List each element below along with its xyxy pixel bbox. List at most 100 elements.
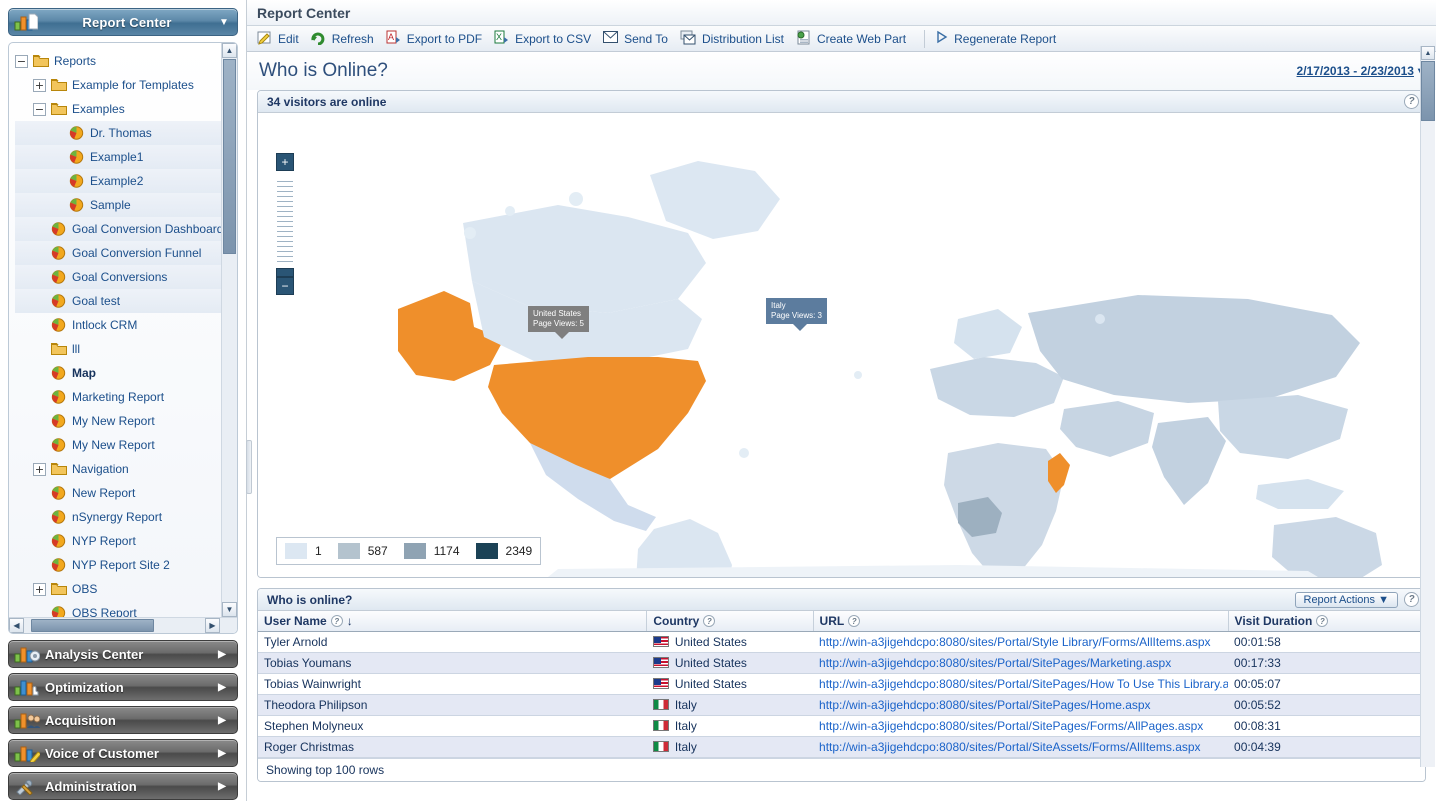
- cell-url[interactable]: http://win-a3jigehdcpo:8080/sites/Portal…: [813, 652, 1229, 674]
- toolbar-refresh-button[interactable]: Refresh: [309, 26, 384, 52]
- help-question-icon[interactable]: ?: [1404, 94, 1419, 109]
- expand-icon[interactable]: +: [33, 582, 46, 596]
- url-link[interactable]: http://win-a3jigehdcpo:8080/sites/Portal…: [819, 719, 1203, 733]
- table-row[interactable]: Theodora Philipson Italy http://win-a3jige…: [258, 694, 1425, 716]
- tree-item-nyp-report-site-2[interactable]: NYP Report Site 2: [15, 553, 221, 577]
- chevron-right-icon[interactable]: ▶: [207, 715, 237, 726]
- tree-item-intlock-crm[interactable]: Intlock CRM: [15, 313, 221, 337]
- tree-item-map[interactable]: Map: [15, 361, 221, 385]
- tree-item-example2[interactable]: Example2: [15, 169, 221, 193]
- tree-item-example-for-templates[interactable]: + Example for Templates: [15, 73, 221, 97]
- tree-item-lll[interactable]: lll: [15, 337, 221, 361]
- chevron-down-icon[interactable]: ▼: [211, 17, 237, 28]
- tree-item-goal-conversions[interactable]: Goal Conversions: [15, 265, 221, 289]
- cell-url[interactable]: http://win-a3jigehdcpo:8080/sites/Portal…: [813, 694, 1229, 716]
- tree-item-goal-conversion-dashboard[interactable]: Goal Conversion Dashboard: [15, 217, 221, 241]
- column-header-url[interactable]: URL ?: [813, 611, 1229, 632]
- column-header-country[interactable]: Country ?: [646, 611, 814, 632]
- scroll-left-icon[interactable]: ◀: [9, 618, 24, 633]
- help-question-icon[interactable]: ?: [1404, 592, 1419, 607]
- zoom-in-button[interactable]: +: [276, 153, 294, 171]
- tree-item-dr-thomas[interactable]: Dr. Thomas: [15, 121, 221, 145]
- help-question-icon[interactable]: ?: [330, 615, 343, 627]
- toolbar-distribution-list-button[interactable]: Distribution List: [678, 26, 794, 52]
- tree-item-nsynergy-report[interactable]: nSynergy Report: [15, 505, 221, 529]
- column-header-visit-duration[interactable]: Visit Duration ?: [1228, 611, 1425, 632]
- tree-hscroll-thumb[interactable]: [31, 619, 154, 632]
- zoom-tick: [277, 261, 293, 262]
- tree-item-new-report[interactable]: New Report: [15, 481, 221, 505]
- tree-item-goal-conversion-funnel[interactable]: Goal Conversion Funnel: [15, 241, 221, 265]
- toolbar-send-to-button[interactable]: Send To: [601, 26, 678, 52]
- world-map[interactable]: + − United States Page Views: 5 Italy Pa…: [258, 113, 1425, 577]
- zoom-out-button[interactable]: −: [276, 277, 294, 295]
- sidebar-section-analysis-center[interactable]: Analysis Center ▶: [8, 640, 238, 668]
- cell-url[interactable]: http://win-a3jigehdcpo:8080/sites/Portal…: [813, 736, 1229, 758]
- chevron-right-icon[interactable]: ▶: [207, 649, 237, 660]
- url-link[interactable]: http://win-a3jigehdcpo:8080/sites/Portal…: [819, 635, 1211, 649]
- tree-item-obs[interactable]: + OBS: [15, 577, 221, 601]
- toolbar-edit-button[interactable]: Edit: [255, 26, 309, 52]
- scroll-right-icon[interactable]: ▶: [205, 618, 220, 633]
- toolbar-regenerate-report-button[interactable]: Regenerate Report: [933, 26, 1066, 52]
- help-question-icon[interactable]: ?: [848, 615, 861, 627]
- table-row[interactable]: Stephen Molyneux Italy http://win-a3jigehd…: [258, 715, 1425, 737]
- map-zoom-control[interactable]: + −: [276, 153, 294, 295]
- folder-icon: [51, 78, 67, 92]
- scroll-up-icon[interactable]: ▲: [222, 43, 237, 58]
- help-question-icon[interactable]: ?: [703, 615, 716, 627]
- tree-item-goal-test[interactable]: Goal test: [15, 289, 221, 313]
- expand-icon[interactable]: +: [33, 462, 46, 476]
- tree-item-nyp-report[interactable]: NYP Report: [15, 529, 221, 553]
- tree-item-my-new-report[interactable]: My New Report: [15, 433, 221, 457]
- chevron-right-icon[interactable]: ▶: [207, 682, 237, 693]
- tree-item-marketing-report[interactable]: Marketing Report: [15, 385, 221, 409]
- tree-item-examples[interactable]: − Examples: [15, 97, 221, 121]
- cell-url[interactable]: http://win-a3jigehdcpo:8080/sites/Portal…: [813, 631, 1229, 653]
- url-link[interactable]: http://win-a3jigehdcpo:8080/sites/Portal…: [819, 677, 1228, 691]
- date-range-selector[interactable]: 2/17/2013 - 2/23/2013▾: [1297, 64, 1424, 78]
- collapse-icon[interactable]: −: [15, 54, 28, 68]
- tree-item-reports[interactable]: − Reports: [15, 49, 221, 73]
- url-link[interactable]: http://win-a3jigehdcpo:8080/sites/Portal…: [819, 698, 1151, 712]
- table-row[interactable]: Roger Christmas Italy http://win-a3jigehdc…: [258, 736, 1425, 758]
- toolbar-create-web-part-button[interactable]: Create Web Part: [794, 26, 916, 52]
- collapse-icon[interactable]: −: [33, 102, 46, 116]
- tree-horizontal-scrollbar[interactable]: ◀ ▶: [9, 617, 237, 633]
- sidebar-section-optimization[interactable]: Optimization ▶: [8, 673, 238, 701]
- report-tree-list[interactable]: − Reports + Example for Templates − Examples D…: [9, 43, 221, 617]
- sidebar-header-report-center[interactable]: Report Center ▼: [8, 8, 238, 36]
- cell-url[interactable]: http://win-a3jigehdcpo:8080/sites/Portal…: [813, 715, 1229, 737]
- tree-item-obs-report[interactable]: OBS Report: [15, 601, 221, 617]
- url-link[interactable]: http://win-a3jigehdcpo:8080/sites/Portal…: [819, 740, 1201, 754]
- tree-item-example1[interactable]: Example1: [15, 145, 221, 169]
- url-link[interactable]: http://win-a3jigehdcpo:8080/sites/Portal…: [819, 656, 1171, 670]
- help-question-icon[interactable]: ?: [1316, 615, 1329, 627]
- cell-url[interactable]: http://win-a3jigehdcpo:8080/sites/Portal…: [813, 673, 1229, 695]
- column-header-user-name[interactable]: User Name ? ↓: [258, 611, 648, 632]
- sidebar-section-acquisition[interactable]: Acquisition ▶: [8, 706, 238, 734]
- scroll-down-icon[interactable]: ▼: [222, 602, 237, 617]
- distribution-list-icon: [680, 30, 696, 48]
- zoom-slider-track[interactable]: [276, 181, 294, 262]
- table-row[interactable]: Tobias Youmans United States http://win-a3…: [258, 652, 1425, 674]
- toolbar-export-to-pdf-button[interactable]: A Export to PDF: [384, 26, 492, 52]
- chevron-right-icon[interactable]: ▶: [207, 748, 237, 759]
- sidebar-section-voice-of-customer[interactable]: Voice of Customer ▶: [8, 739, 238, 767]
- tree-item-sample[interactable]: Sample: [15, 193, 221, 217]
- sidebar-section-administration[interactable]: Administration ▶: [8, 772, 238, 800]
- table-row[interactable]: Tyler Arnold United States http://win-a3ji…: [258, 631, 1425, 653]
- splitter-handle[interactable]: [246, 440, 252, 494]
- toolbar-export-to-csv-button[interactable]: X Export to CSV: [492, 26, 601, 52]
- tree-vertical-scrollbar[interactable]: ▲ ▼: [221, 43, 237, 617]
- table-vertical-scrollbar[interactable]: ▲: [1420, 46, 1435, 767]
- table-row[interactable]: Tobias Wainwright United States http://win…: [258, 673, 1425, 695]
- tree-item-my-new-report[interactable]: My New Report: [15, 409, 221, 433]
- expand-icon[interactable]: +: [33, 78, 46, 92]
- chevron-right-icon[interactable]: ▶: [207, 781, 237, 792]
- report-actions-button[interactable]: Report Actions ▼: [1294, 591, 1398, 608]
- tree-item-navigation[interactable]: + Navigation: [15, 457, 221, 481]
- zoom-slider-handle[interactable]: [276, 268, 294, 277]
- tree-vscroll-thumb[interactable]: [223, 59, 236, 254]
